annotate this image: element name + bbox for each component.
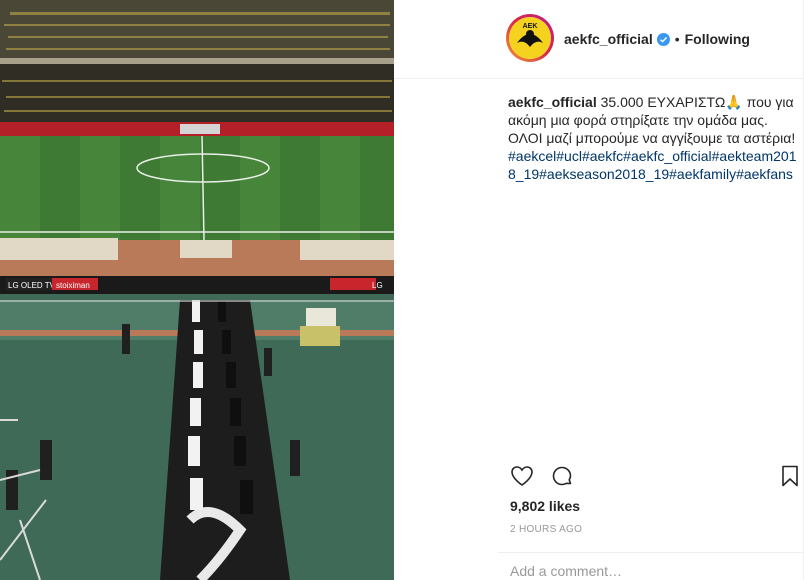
caption-line-1: aekfc_official 35.000 ΕΥΧΑΡΙΣΤΩ🙏 που για… [508, 93, 798, 129]
board-text-3: LG [372, 281, 383, 290]
avatar[interactable]: AEK [509, 17, 551, 59]
board-text-1: LG OLED TV [8, 281, 56, 290]
heart-icon[interactable] [510, 464, 534, 488]
post-sidebar: AEK aekfc_official • Following aekfc_off… [394, 0, 804, 580]
caption-text-2: ΟΛΟΙ μαζί μπορούμε να αγγίξουμε τα αστέρ… [508, 130, 796, 146]
comment-bubble-icon[interactable] [550, 464, 574, 488]
bookmark-icon[interactable] [778, 464, 802, 488]
post-actions [508, 464, 804, 490]
post-header: AEK aekfc_official • Following [394, 0, 804, 79]
comment-input[interactable] [510, 563, 770, 579]
verified-badge-icon [656, 32, 670, 46]
avatar-text: AEK [523, 23, 538, 30]
aek-logo-icon: AEK [509, 17, 551, 59]
following-button[interactable]: Following [685, 31, 750, 47]
header-username[interactable]: aekfc_official [564, 31, 653, 47]
post-caption: aekfc_official 35.000 ΕΥΧΑΡΙΣΤΩ🙏 που για… [508, 93, 798, 183]
instagram-post: LG OLED TV stoiximan LG AEK aekfc_offici… [0, 0, 804, 580]
post-timestamp[interactable]: 2 HOURS AGO [510, 524, 582, 535]
header-separator: • [674, 31, 680, 47]
post-photo[interactable]: LG OLED TV stoiximan LG [0, 0, 394, 580]
caption-hashtags[interactable]: #aekcel#ucl#aekfc#aekfc_official#aekteam… [508, 147, 798, 183]
comment-bar [498, 552, 804, 580]
header-user-line: aekfc_official • Following [564, 31, 750, 47]
board-text-2: stoiximan [56, 281, 90, 290]
likes-count[interactable]: 9,802 likes [510, 498, 580, 514]
stadium-photo: LG OLED TV stoiximan LG [0, 0, 394, 580]
caption-username[interactable]: aekfc_official [508, 94, 597, 110]
